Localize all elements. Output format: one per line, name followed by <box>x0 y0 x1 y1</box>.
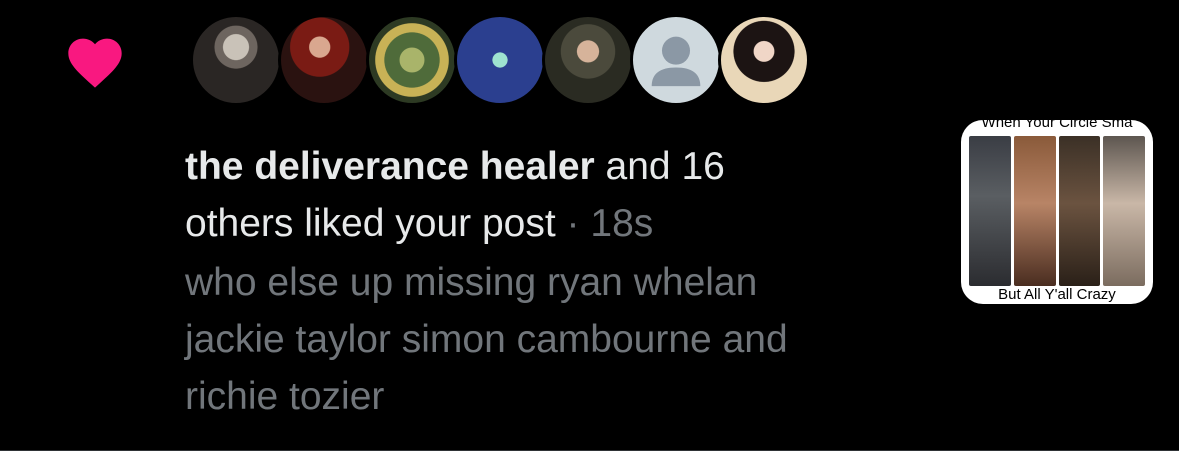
thumbnail-caption-top: When Your Circle Sma <box>981 120 1133 131</box>
actor-name[interactable]: the deliverance healer <box>185 145 595 188</box>
thumbnail-caption-bottom: But All Y'all Crazy <box>998 286 1116 303</box>
avatar[interactable] <box>366 14 458 106</box>
default-person-icon <box>651 36 701 87</box>
timestamp: 18s <box>590 202 654 245</box>
post-text-line: who else up missing ryan whelan <box>185 261 758 304</box>
avatar[interactable] <box>542 14 634 106</box>
media-thumbnail[interactable]: When Your Circle Sma But All Y'all Crazy <box>961 120 1153 304</box>
post-text: who else up missing ryan whelan jackie t… <box>185 254 905 425</box>
avatar[interactable] <box>454 14 546 106</box>
avatar[interactable] <box>718 14 810 106</box>
thumbnail-photos <box>969 136 1145 286</box>
summary-rest: and 16 <box>594 145 725 188</box>
summary-line-1: the deliverance healer and 16 <box>185 138 905 195</box>
thumbnail-photo <box>969 136 1011 286</box>
thumbnail-photo <box>1103 136 1145 286</box>
thumbnail-photo <box>1058 136 1101 286</box>
heart-icon <box>68 38 122 88</box>
post-text-line: jackie taylor simon cambourne and <box>185 318 788 361</box>
liker-avatars <box>190 14 830 108</box>
notification-text[interactable]: the deliverance healer and 16 others lik… <box>185 138 905 425</box>
summary-line-2: others liked your post · 18s <box>185 195 905 252</box>
post-text-line: richie tozier <box>185 375 385 418</box>
thumbnail-photo <box>1013 136 1056 286</box>
avatar[interactable] <box>278 14 370 106</box>
separator: · <box>555 202 591 245</box>
summary-text: others liked your post <box>185 202 556 245</box>
avatar[interactable] <box>190 14 282 106</box>
default-avatar[interactable] <box>630 14 722 106</box>
